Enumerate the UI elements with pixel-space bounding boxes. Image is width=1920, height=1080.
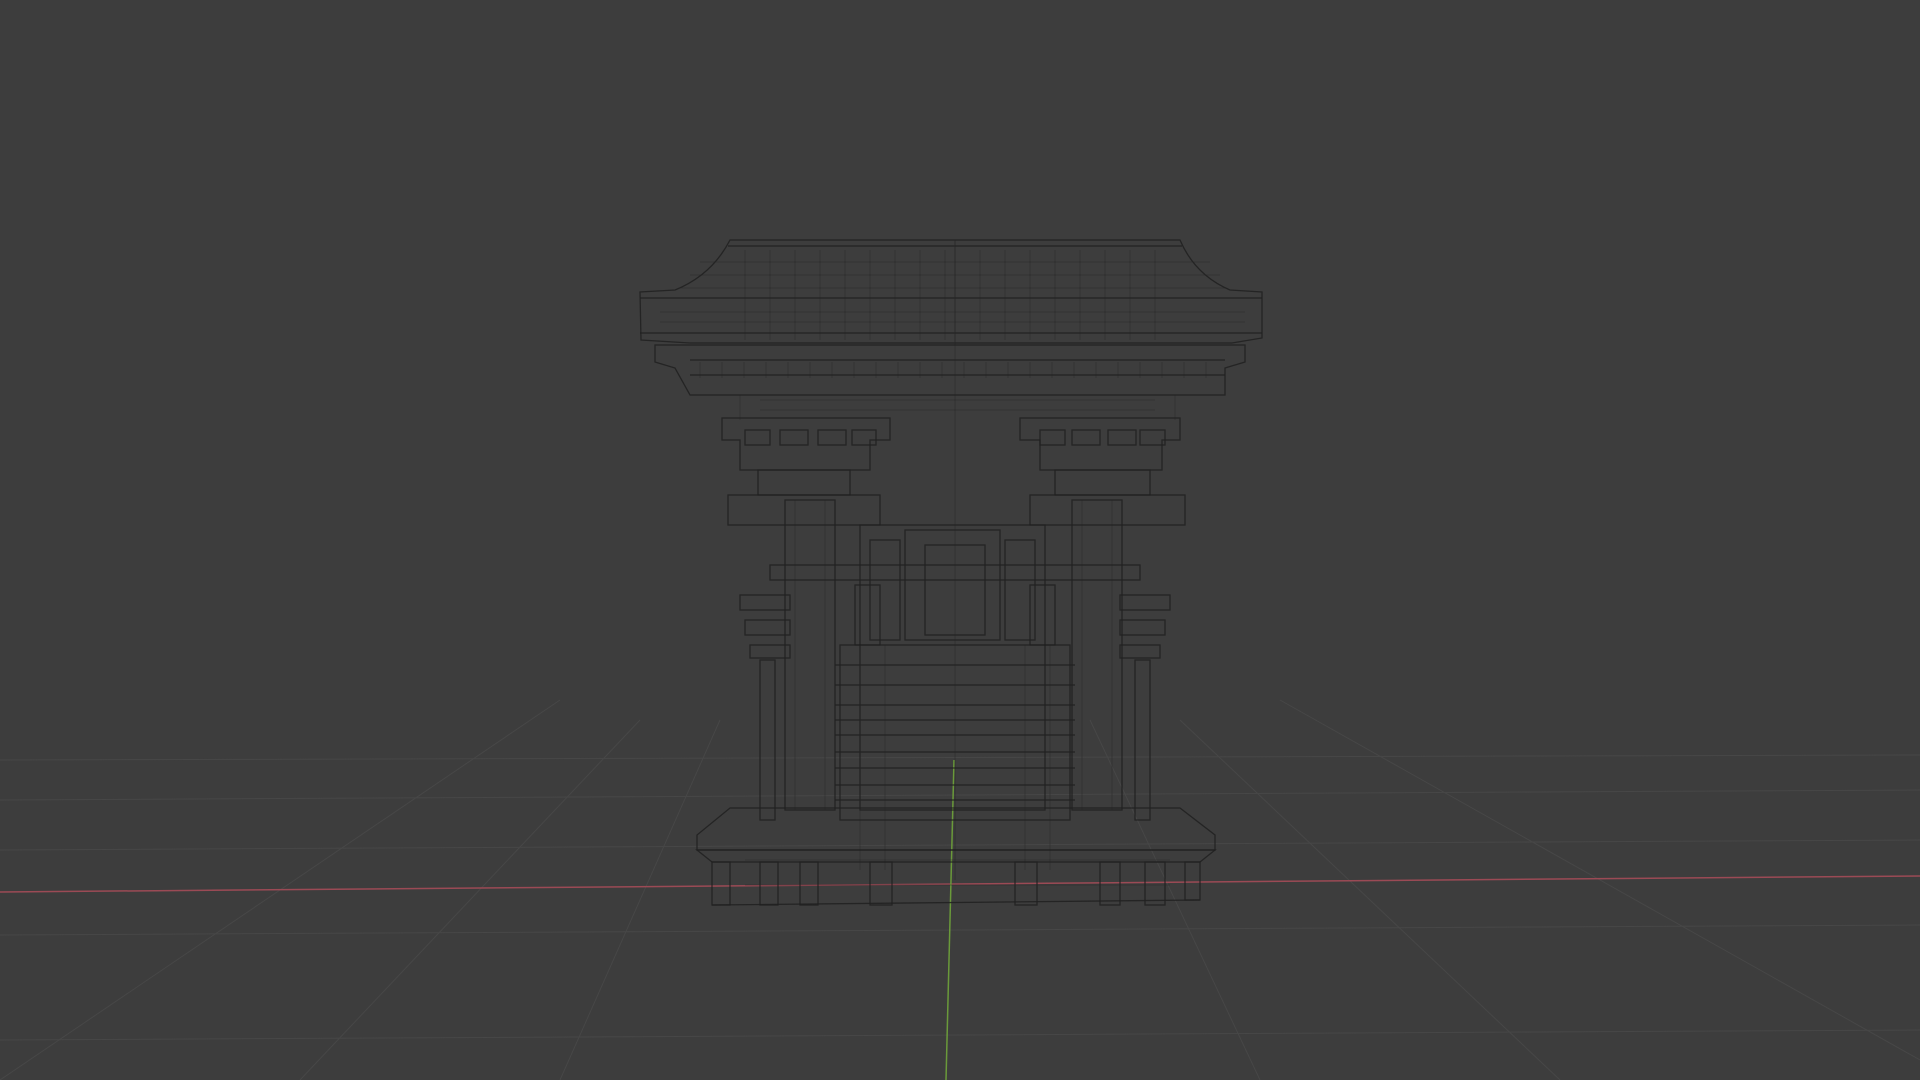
viewport-canvas[interactable] (0, 0, 1920, 1080)
shrine-gate-wireframe[interactable] (639, 239, 1263, 906)
3d-viewport[interactable] (0, 0, 1920, 1080)
roof (639, 239, 1263, 345)
eaves (654, 344, 1246, 420)
brackets (721, 417, 1186, 526)
base-platform (695, 807, 1217, 906)
